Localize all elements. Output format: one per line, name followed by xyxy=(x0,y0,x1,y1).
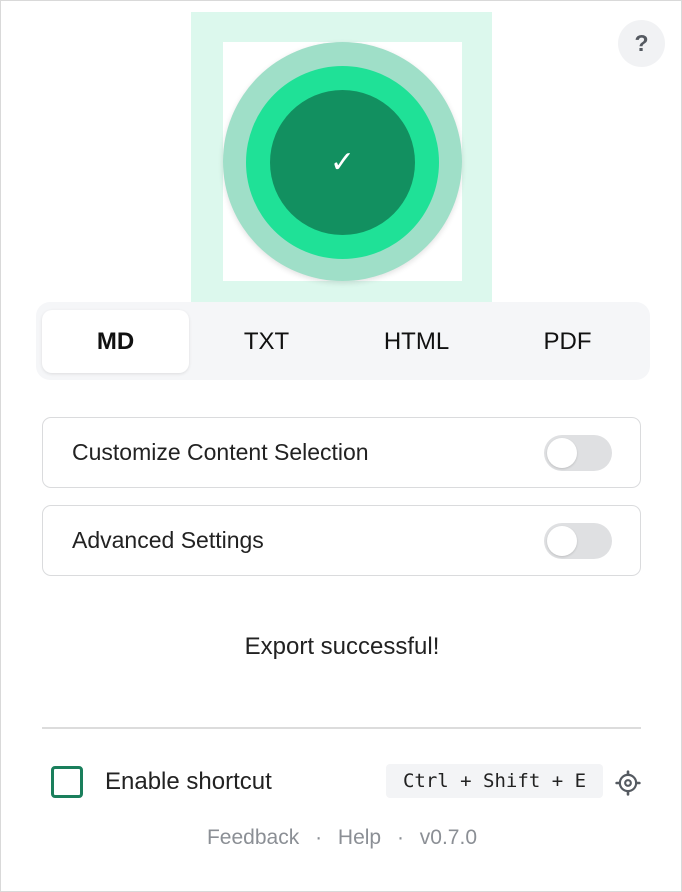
check-icon: ✓ xyxy=(329,145,356,180)
success-check-badge: ✓ xyxy=(270,90,415,235)
advanced-settings-label: Advanced Settings xyxy=(72,527,264,553)
tab-txt[interactable]: TXT xyxy=(193,310,340,373)
enable-shortcut-label[interactable]: Enable shortcut xyxy=(105,766,272,798)
tab-html[interactable]: HTML xyxy=(343,310,490,373)
popup-window: ? ✓ MD TXT HTML PDF Customize Content Se… xyxy=(0,0,682,892)
shortcut-keys-display: Ctrl + Shift + E xyxy=(386,764,603,798)
tab-md-label: MD xyxy=(96,327,135,355)
export-status-message: Export successful! xyxy=(244,633,440,660)
tab-pdf-label: PDF xyxy=(543,327,592,355)
customize-content-selection-label: Customize Content Selection xyxy=(72,439,369,465)
feedback-link[interactable]: Feedback xyxy=(207,826,299,849)
gear-icon[interactable] xyxy=(615,770,641,796)
format-tab-bar: MD TXT HTML PDF xyxy=(36,302,650,380)
footer-separator: · xyxy=(396,826,404,849)
customize-content-selection-toggle[interactable] xyxy=(544,435,612,471)
enable-shortcut-checkbox[interactable] xyxy=(51,766,83,798)
footer-links: Feedback · Help · v0.7.0 xyxy=(1,826,682,850)
toggle-knob xyxy=(547,438,577,468)
customize-content-selection-card: Customize Content Selection xyxy=(42,417,641,488)
tab-pdf[interactable]: PDF xyxy=(494,310,641,373)
tab-txt-label: TXT xyxy=(243,327,290,355)
section-divider xyxy=(42,727,641,729)
help-question-icon: ? xyxy=(634,30,649,56)
tab-md[interactable]: MD xyxy=(42,310,189,373)
advanced-settings-toggle[interactable] xyxy=(544,523,612,559)
version-label: v0.7.0 xyxy=(419,826,478,849)
footer-separator: · xyxy=(315,826,323,849)
help-button[interactable]: ? xyxy=(618,20,665,67)
advanced-settings-card: Advanced Settings xyxy=(42,505,641,576)
help-link[interactable]: Help xyxy=(338,826,381,849)
tab-html-label: HTML xyxy=(383,327,450,355)
toggle-knob xyxy=(547,526,577,556)
